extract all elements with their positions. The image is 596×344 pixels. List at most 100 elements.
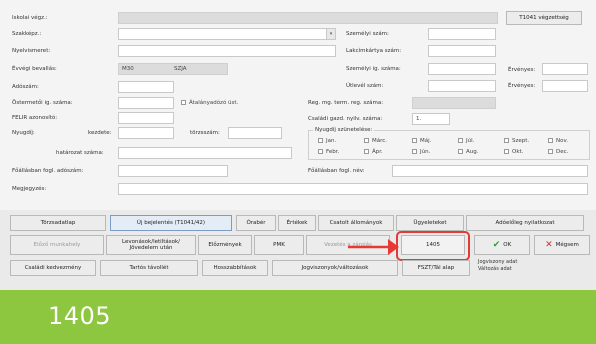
- data-change-button[interactable]: Adóelőleg nyilatkozat: [466, 215, 584, 231]
- pension-start-label: kezdete:: [88, 130, 112, 136]
- family-farm-value: 1.: [416, 116, 422, 122]
- valid2-label: Érvényes:: [508, 83, 536, 89]
- deductions-button[interactable]: Levonások/letiltások/ Jövedelem után: [106, 235, 196, 255]
- valid2-field[interactable]: [542, 80, 588, 92]
- new-report-button[interactable]: Új bejelentés (T1041/42): [110, 215, 232, 231]
- month-checkbox-sep[interactable]: Szept.: [504, 137, 529, 145]
- checkbox-icon: [364, 138, 369, 143]
- id-number-field[interactable]: [428, 28, 496, 40]
- month-label: Aug.: [466, 149, 479, 155]
- month-checkbox-jul[interactable]: Júl.: [458, 137, 474, 145]
- school-year-label: Iskolai végz.:: [12, 15, 48, 21]
- month-label: Ápr.: [372, 149, 383, 155]
- felir-label: FELIR azonosító:: [12, 115, 58, 121]
- school-year-field[interactable]: [118, 12, 498, 24]
- month-checkbox-feb[interactable]: Febr.: [318, 148, 339, 156]
- self-employed-checkbox[interactable]: Átalányadózó üst.: [181, 99, 238, 107]
- earnings-button[interactable]: Értékek: [278, 215, 316, 231]
- checkbox-icon: [548, 138, 553, 143]
- month-label: Szept.: [512, 138, 530, 144]
- checkbox-icon: [504, 138, 509, 143]
- month-checkbox-jun[interactable]: Jún.: [412, 148, 430, 156]
- month-label: Nov.: [556, 138, 569, 144]
- checkbox-icon: [318, 138, 323, 143]
- previous-button[interactable]: Előzmények: [198, 235, 252, 255]
- t1041-button[interactable]: T1041 végzettség: [506, 11, 582, 25]
- month-checkbox-nov[interactable]: Nov.: [548, 137, 568, 145]
- legal-note-2: Változás adat: [478, 266, 512, 272]
- fszt-calc-button[interactable]: FSZT/Tál alap: [402, 260, 470, 276]
- chevron-down-icon[interactable]: ▾: [326, 29, 335, 39]
- final-grade-label: Évvégi bevallás:: [12, 66, 57, 72]
- cancel-button[interactable]: ✕ Mégsem: [534, 235, 590, 255]
- month-label: Máj.: [420, 138, 432, 144]
- checkbox-icon: [364, 149, 369, 154]
- vocation-select[interactable]: ▾: [118, 28, 336, 40]
- permanent-absence-button[interactable]: Tartós távollét: [100, 260, 198, 276]
- checkbox-icon: [458, 149, 463, 154]
- reg-term-label: Reg. mg. term. reg. száma:: [308, 100, 384, 106]
- note-field[interactable]: [118, 183, 588, 195]
- status-changes-button[interactable]: Jogviszonyok/változások: [272, 260, 398, 276]
- main-job-name-label: Főállásban fogl. név:: [308, 168, 365, 174]
- student-card-field[interactable]: [118, 97, 174, 109]
- pension-start-field[interactable]: [118, 127, 174, 139]
- address-card-field[interactable]: [428, 45, 496, 57]
- reg-term-field[interactable]: [412, 97, 496, 109]
- language-exam-field[interactable]: [118, 45, 336, 57]
- documents-button[interactable]: Ügyeleteket: [396, 215, 464, 231]
- checkbox-icon: [458, 138, 463, 143]
- id-card-field[interactable]: [428, 63, 496, 75]
- checkbox-icon: [548, 149, 553, 154]
- checkbox-icon: [318, 149, 323, 154]
- valid1-field[interactable]: [542, 63, 588, 75]
- caption-text: 1405: [48, 302, 112, 330]
- close-icon: ✕: [545, 239, 553, 250]
- month-checkbox-aug[interactable]: Aug.: [458, 148, 479, 156]
- id-number-label: Személyi szám:: [346, 31, 389, 37]
- caption-bar: 1405: [0, 290, 596, 344]
- passport-label: Útlevél szám:: [346, 83, 384, 89]
- month-label: Jan.: [326, 138, 337, 144]
- month-checkbox-apr[interactable]: Ápr.: [364, 148, 383, 156]
- ok-label: OK: [503, 241, 512, 248]
- tax-number-field[interactable]: [118, 81, 174, 93]
- felir-field[interactable]: [118, 112, 174, 124]
- ok-button[interactable]: ✔ OK: [474, 235, 530, 255]
- month-checkbox-mar[interactable]: Márc.: [364, 137, 387, 145]
- main-job-field[interactable]: [118, 165, 228, 177]
- highlight-box: [396, 231, 470, 261]
- month-label: Dec.: [556, 149, 569, 155]
- month-checkbox-dec[interactable]: Dec.: [548, 148, 568, 156]
- id-card-label: Személyi ig. száma:: [346, 66, 401, 72]
- pension-reg-field[interactable]: [228, 127, 282, 139]
- self-employed-label: Átalányadózó üst.: [189, 100, 239, 106]
- hours-button[interactable]: Órabér: [236, 215, 276, 231]
- checkbox-icon: [412, 138, 417, 143]
- month-label: Júl.: [466, 138, 475, 144]
- language-exam-label: Nyelvismeret:: [12, 48, 51, 54]
- month-checkbox-oct[interactable]: Okt.: [504, 148, 523, 156]
- prev-employer-button[interactable]: Előző munkahely: [10, 235, 104, 255]
- note-label: Megjegyzés:: [12, 186, 47, 192]
- final-grade-value: M30: [122, 66, 134, 72]
- attached-files-button[interactable]: Csatolt állományok: [318, 215, 394, 231]
- month-label: Jún.: [420, 149, 431, 155]
- month-checkbox-may[interactable]: Máj.: [412, 137, 431, 145]
- main-job-name-field[interactable]: [392, 165, 588, 177]
- checkbox-icon: [504, 149, 509, 154]
- arrow-right-icon: [348, 239, 399, 255]
- master-data-button[interactable]: Törzsadatlap: [10, 215, 106, 231]
- final-grade-select[interactable]: M30 SZJA: [118, 63, 228, 75]
- family-discount-button[interactable]: Családi kedvezmény: [10, 260, 96, 276]
- passport-field[interactable]: [428, 80, 496, 92]
- student-card-label: Östermetői ig. száma:: [12, 100, 73, 106]
- decision-number-field[interactable]: [118, 147, 292, 159]
- cancel-label: Mégsem: [555, 241, 579, 248]
- month-checkbox-jan[interactable]: Jan.: [318, 137, 336, 145]
- address-card-label: Lakcímkártya szám:: [346, 48, 402, 54]
- extension-button[interactable]: Hosszabbítások: [202, 260, 268, 276]
- month-label: Okt.: [512, 149, 524, 155]
- family-farm-field[interactable]: 1.: [412, 113, 450, 125]
- pmk-button[interactable]: PMK: [254, 235, 304, 255]
